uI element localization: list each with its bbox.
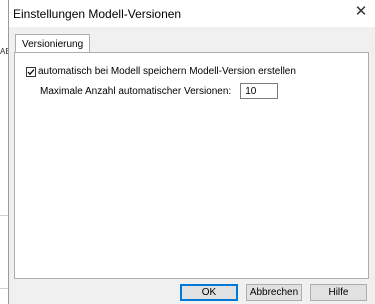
auto-version-checkbox[interactable] xyxy=(26,66,36,77)
auto-version-option[interactable]: automatisch bei Modell speichern Modell-… xyxy=(26,66,296,77)
background-divider xyxy=(0,288,8,289)
max-versions-row: Maximale Anzahl automatischer Versionen: xyxy=(40,83,279,99)
dialog-footer: OK Abbrechen Hilfe xyxy=(9,284,375,304)
max-versions-input[interactable] xyxy=(240,83,279,99)
max-versions-label: Maximale Anzahl automatischer Versionen: xyxy=(40,85,232,97)
auto-version-label: automatisch bei Modell speichern Modell-… xyxy=(38,66,296,77)
close-button[interactable]: ✕ xyxy=(353,4,369,20)
background-divider xyxy=(0,215,8,216)
tab-versionierung[interactable]: Versionierung xyxy=(15,34,91,53)
title-bar[interactable]: Einstellungen Modell-Versionen ✕ xyxy=(9,0,375,27)
help-button[interactable]: Hilfe xyxy=(310,284,367,301)
close-icon: ✕ xyxy=(354,3,368,20)
tab-strip: Versionierung xyxy=(13,34,371,53)
ok-button[interactable]: OK xyxy=(180,284,238,301)
checkmark-icon xyxy=(27,68,35,75)
dialog-title: Einstellungen Modell-Versionen xyxy=(13,7,182,21)
settings-dialog: Einstellungen Modell-Versionen ✕ Version… xyxy=(8,0,375,304)
tab-panel-versionierung: automatisch bei Modell speichern Modell-… xyxy=(14,52,369,279)
cancel-button[interactable]: Abbrechen xyxy=(246,284,302,301)
